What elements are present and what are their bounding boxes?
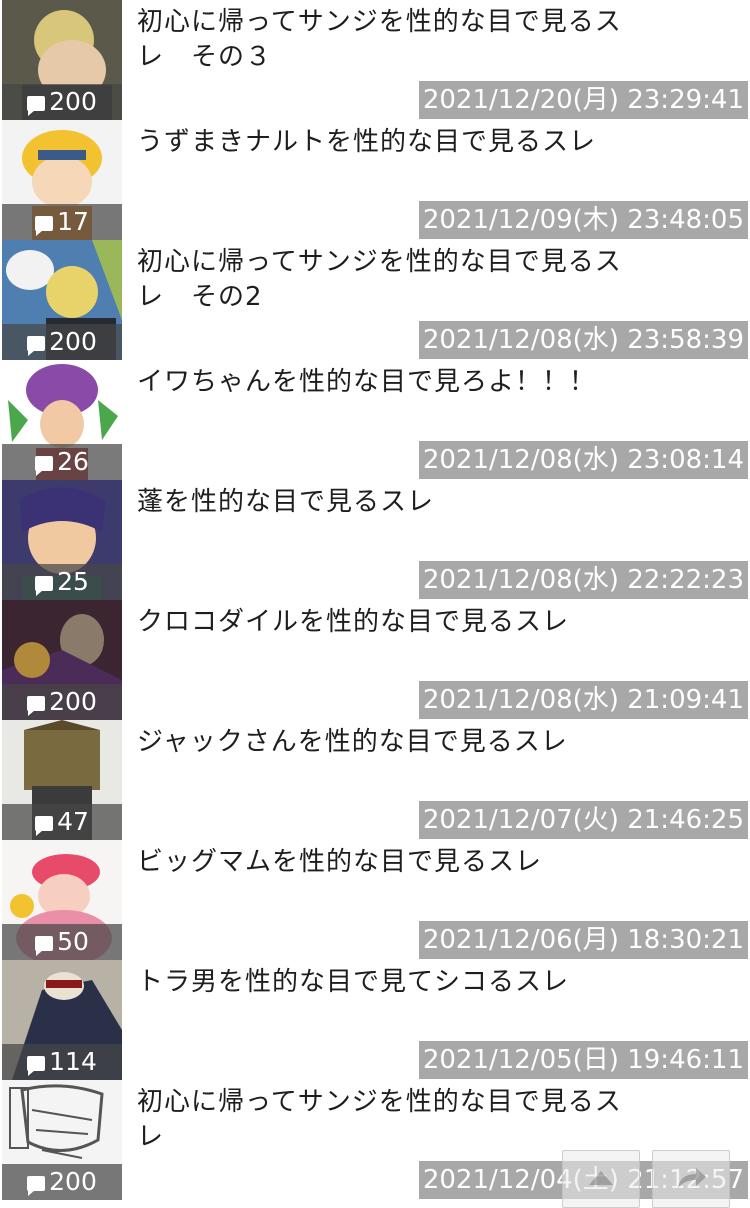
thread-date: 2021/12/08(水) 23:58:39 <box>418 321 748 359</box>
thread-row[interactable]: 114 トラ男を性的な目で見てシコるスレ 2021/12/05(日) 19:46… <box>0 960 750 1080</box>
thread-date: 2021/12/05(日) 19:46:11 <box>418 1041 748 1079</box>
thread-thumbnail[interactable]: 50 <box>2 840 122 960</box>
thread-date: 2021/12/08(水) 23:08:14 <box>418 441 748 479</box>
reply-count: 200 <box>2 84 122 120</box>
reply-count-value: 200 <box>49 1167 97 1196</box>
thread-date: 2021/12/06(月) 18:30:21 <box>418 921 748 959</box>
thread-thumbnail[interactable]: 17 <box>2 120 122 240</box>
reply-count: 200 <box>2 684 122 720</box>
reply-count-value: 200 <box>49 687 97 716</box>
thread-title[interactable]: イワちゃんを性的な目で見ろよ！！！ <box>137 365 647 400</box>
thread-row[interactable]: 200 初心に帰ってサンジを性的な目で見るスレ その2 2021/12/08(水… <box>0 240 750 360</box>
reply-count-value: 17 <box>57 207 89 236</box>
thread-row[interactable]: 47 ジャックさんを性的な目で見るスレ 2021/12/07(火) 21:46:… <box>0 720 750 840</box>
thread-thumbnail[interactable]: 25 <box>2 480 122 600</box>
thread-row[interactable]: 26 イワちゃんを性的な目で見ろよ！！！ 2021/12/08(水) 23:08… <box>0 360 750 480</box>
comment-icon <box>35 216 54 236</box>
share-arrow-icon <box>678 1168 706 1188</box>
reply-count-value: 25 <box>57 567 89 596</box>
reply-count: 17 <box>2 204 122 240</box>
thread-thumbnail[interactable]: 26 <box>2 360 122 480</box>
up-arrow-icon <box>589 1171 613 1185</box>
reply-count-value: 200 <box>49 87 97 116</box>
thread-row[interactable]: 200 クロコダイルを性的な目で見るスレ 2021/12/08(水) 21:09… <box>0 600 750 720</box>
comment-icon <box>27 96 46 116</box>
thread-title[interactable]: クロコダイルを性的な目で見るスレ <box>137 605 647 640</box>
thread-title[interactable]: 蓬を性的な目で見るスレ <box>137 485 647 520</box>
reply-count: 50 <box>2 924 122 960</box>
comment-icon <box>27 336 46 356</box>
thread-title[interactable]: ジャックさんを性的な目で見るスレ <box>137 725 647 760</box>
thread-row[interactable]: 17 うずまきナルトを性的な目で見るスレ 2021/12/09(木) 23:48… <box>0 120 750 240</box>
reply-count-value: 50 <box>57 927 89 956</box>
comment-icon <box>27 1056 46 1076</box>
thread-thumbnail[interactable]: 200 <box>2 1080 122 1200</box>
thread-thumbnail[interactable]: 47 <box>2 720 122 840</box>
reply-count-value: 114 <box>49 1047 97 1076</box>
reply-count: 200 <box>2 1164 122 1200</box>
thread-title[interactable]: 初心に帰ってサンジを性的な目で見るスレ <box>137 1085 647 1155</box>
thread-date: 2021/12/09(木) 23:48:05 <box>418 201 748 239</box>
reply-count-value: 26 <box>57 447 89 476</box>
thread-title[interactable]: トラ男を性的な目で見てシコるスレ <box>137 965 647 1000</box>
reply-count: 47 <box>2 804 122 840</box>
comment-icon <box>27 696 46 716</box>
thread-title[interactable]: 初心に帰ってサンジを性的な目で見るスレ その2 <box>137 245 647 315</box>
comment-icon <box>35 576 54 596</box>
thread-list: 200 初心に帰ってサンジを性的な目で見るスレ その３ 2021/12/20(月… <box>0 0 750 1200</box>
thread-row[interactable]: 50 ビッグマムを性的な目で見るスレ 2021/12/06(月) 18:30:2… <box>0 840 750 960</box>
thread-row[interactable]: 200 初心に帰ってサンジを性的な目で見るスレ その３ 2021/12/20(月… <box>0 0 750 120</box>
thread-thumbnail[interactable]: 200 <box>2 240 122 360</box>
thread-date: 2021/12/07(火) 21:46:25 <box>418 801 748 839</box>
thread-title[interactable]: 初心に帰ってサンジを性的な目で見るスレ その３ <box>137 5 647 75</box>
reply-count: 200 <box>2 324 122 360</box>
thread-thumbnail[interactable]: 114 <box>2 960 122 1080</box>
comment-icon <box>35 456 54 476</box>
reply-count: 25 <box>2 564 122 600</box>
reply-count-value: 47 <box>57 807 89 836</box>
thread-title[interactable]: ビッグマムを性的な目で見るスレ <box>137 845 647 880</box>
comment-icon <box>35 816 54 836</box>
thread-row[interactable]: 25 蓬を性的な目で見るスレ 2021/12/08(水) 22:22:23 <box>0 480 750 600</box>
thread-date: 2021/12/20(月) 23:29:41 <box>418 81 748 119</box>
comment-icon <box>27 1176 46 1196</box>
reply-count: 26 <box>2 444 122 480</box>
thread-date: 2021/12/08(水) 21:09:41 <box>418 681 748 719</box>
thread-thumbnail[interactable]: 200 <box>2 0 122 120</box>
thread-thumbnail[interactable]: 200 <box>2 600 122 720</box>
comment-icon <box>35 936 54 956</box>
thread-title[interactable]: うずまきナルトを性的な目で見るスレ <box>137 125 647 160</box>
share-button[interactable] <box>652 1150 730 1208</box>
reply-count-value: 200 <box>49 327 97 356</box>
reply-count: 114 <box>2 1044 122 1080</box>
thread-date: 2021/12/08(水) 22:22:23 <box>418 561 748 599</box>
scroll-top-button[interactable] <box>562 1150 640 1208</box>
